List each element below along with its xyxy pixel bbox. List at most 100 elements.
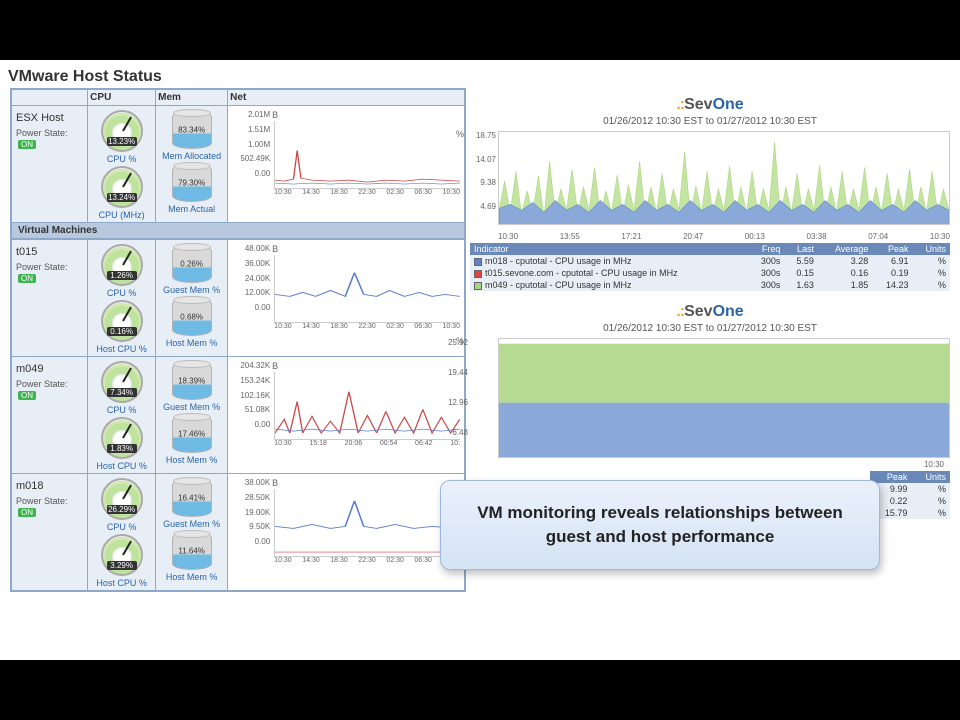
callout-box: VM monitoring reveals relationships betw… xyxy=(440,480,880,570)
vm-cpu-pct: 7.34% xyxy=(107,388,137,397)
esx-mem-cell: 83.34% Mem Allocated 79.30% Mem Actual xyxy=(156,106,228,223)
page-title: VMware Host Status xyxy=(8,68,952,86)
cylinder-icon: 16.41% xyxy=(172,479,212,517)
ind-col-indicator: Indicator xyxy=(470,243,748,255)
ind-last: 1.63 xyxy=(784,279,818,291)
host-cpu-label: Host CPU % xyxy=(90,344,153,354)
ind-name: m049 - cputotal - CPU usage in MHz xyxy=(470,279,748,291)
power-state-badge: ON xyxy=(18,508,36,517)
b-label: B xyxy=(272,110,278,120)
cylinder-icon: 18.39% xyxy=(172,362,212,400)
vm-mem-cell: 0.26% Guest Mem % 0.68% Host Mem % xyxy=(156,240,228,357)
vm-host-cpu: 1.83% xyxy=(107,444,137,453)
vm-net-chart[interactable]: B 38.00K28.50K19.00K9.50K0.00 10:3014:30… xyxy=(228,474,465,591)
col-cpu: CPU xyxy=(88,90,156,106)
cylinder-icon: 0.68% xyxy=(172,298,212,336)
esx-mem-actual: 79.30% xyxy=(173,179,211,188)
vm-host-cpu: 3.29% xyxy=(107,561,137,570)
pct-label: % xyxy=(456,129,464,139)
ind-last: 5.59 xyxy=(784,255,818,267)
chart2-x-tail: 10:30 xyxy=(470,460,944,469)
mem-actual-label: Mem Actual xyxy=(158,204,225,214)
cylinder-icon: 83.34% xyxy=(172,111,212,149)
vm-net-chart[interactable]: B 204.32K153.24K102.16K51.08K0.00 10:301… xyxy=(228,357,465,474)
ind-avg: 3.28 xyxy=(818,255,872,267)
gauge-icon: 7.34% xyxy=(101,361,143,403)
esx-cpu-cell: 13.23% CPU % 13.24% CPU (MHz) xyxy=(88,106,156,223)
vm-host-mem: 17.46% xyxy=(173,430,211,439)
ind-name: m018 - cputotal - CPU usage in MHz xyxy=(470,255,748,267)
vm-cpu-cell: 26.29% CPU % 3.29% Host CPU % xyxy=(88,474,156,591)
cpu-mhz-label: CPU (MHz) xyxy=(90,210,153,220)
host-mem-label: Host Mem % xyxy=(158,338,225,348)
ind-last: 0.15 xyxy=(784,267,818,279)
color-swatch-icon xyxy=(474,270,482,278)
cylinder-icon: 11.64% xyxy=(172,532,212,570)
right-panel: .:SevOne 01/26/2012 10:30 EST to 01/27/2… xyxy=(470,96,950,519)
vm-guest-mem: 0.26% xyxy=(173,260,211,269)
ind-units: % xyxy=(912,255,950,267)
guest-mem-label: Guest Mem % xyxy=(158,402,225,412)
power-state-label: Power State: xyxy=(16,496,68,506)
esx-mem-alloc: 83.34% xyxy=(173,126,211,135)
ind-peak: 6.91 xyxy=(872,255,912,267)
power-state-badge: ON xyxy=(18,140,36,149)
table-row: m049 - cputotal - CPU usage in MHz 300s … xyxy=(470,279,950,291)
gauge-icon: 26.29% xyxy=(101,478,143,520)
cpu-pct-label: CPU % xyxy=(90,405,153,415)
power-state-badge: ON xyxy=(18,274,36,283)
cpu-chart-1[interactable]: 18.7514.079.384.69 10:3013:5517:2120:470… xyxy=(498,131,950,241)
vm-name: t015 xyxy=(16,246,83,258)
cylinder-icon: 0.26% xyxy=(172,245,212,283)
esx-host-name: ESX Host xyxy=(16,112,83,124)
cpu-pct-label: CPU % xyxy=(90,522,153,532)
table-row: 0.22 % xyxy=(870,495,950,507)
ind-units: % xyxy=(912,279,950,291)
ind-name: t015.sevone.com - cputotal - CPU usage i… xyxy=(470,267,748,279)
ind-peak: 0.19 xyxy=(872,267,912,279)
vm-host-mem: 0.68% xyxy=(173,313,211,322)
vm-host-mem: 11.64% xyxy=(173,547,211,556)
table-row: t015.sevone.com - cputotal - CPU usage i… xyxy=(470,267,950,279)
col-blank xyxy=(12,90,88,106)
color-swatch-icon xyxy=(474,258,482,266)
ind-col-freq: Freq xyxy=(748,243,784,255)
vm-net-chart[interactable]: B 48.00K36.00K24.00K12.00K0.00 10:3014:3… xyxy=(228,240,465,357)
ind-col-peak: Peak xyxy=(872,243,912,255)
cpu-pct-label: CPU % xyxy=(90,288,153,298)
vm-mem-cell: 16.41% Guest Mem % 11.64% Host Mem % xyxy=(156,474,228,591)
ind-freq: 300s xyxy=(748,279,784,291)
esx-label-cell: ESX Host Power State: ON xyxy=(12,106,88,223)
date-range-2: 01/26/2012 10:30 EST to 01/27/2012 10:30… xyxy=(470,323,950,334)
mem-alloc-label: Mem Allocated xyxy=(158,151,225,161)
gauge-icon: 3.29% xyxy=(101,534,143,576)
stacked-chart[interactable] xyxy=(498,338,950,458)
cylinder-icon: 17.46% xyxy=(172,415,212,453)
ind2-units: % xyxy=(911,495,950,507)
esx-cpu-mhz: 13.24% xyxy=(107,193,137,202)
color-swatch-icon xyxy=(474,282,482,290)
ind-col-last: Last xyxy=(784,243,818,255)
ind-units: % xyxy=(912,267,950,279)
sevone-logo: .:SevOne xyxy=(470,96,950,114)
vm-name: m018 xyxy=(16,480,83,492)
power-state-badge: ON xyxy=(18,391,36,400)
guest-mem-label: Guest Mem % xyxy=(158,519,225,529)
power-state-label: Power State: xyxy=(16,128,68,138)
vm-guest-mem: 16.41% xyxy=(173,494,211,503)
cylinder-icon: 79.30% xyxy=(172,164,212,202)
vm-cpu-pct: 26.29% xyxy=(107,505,137,514)
table-row: m018 - cputotal - CPU usage in MHz 300s … xyxy=(470,255,950,267)
table-row: 9.99 % xyxy=(870,483,950,495)
ind-peak: 14.23 xyxy=(872,279,912,291)
ind2-units: % xyxy=(911,483,950,495)
table-row: 15.79 % xyxy=(870,507,950,519)
esx-net-chart[interactable]: B 2.01M1.51M1.00M502.49K0.00 10:3014:301… xyxy=(228,106,465,223)
col-net: Net xyxy=(228,90,465,106)
vm-host-cpu: 0.16% xyxy=(107,327,137,336)
vm-label-cell: t015 Power State: ON xyxy=(12,240,88,357)
vm-guest-mem: 18.39% xyxy=(173,377,211,386)
b-label: B xyxy=(272,478,278,488)
gauge-icon: 13.23% xyxy=(101,110,143,152)
vm-cpu-cell: 1.26% CPU % 0.16% Host CPU % xyxy=(88,240,156,357)
